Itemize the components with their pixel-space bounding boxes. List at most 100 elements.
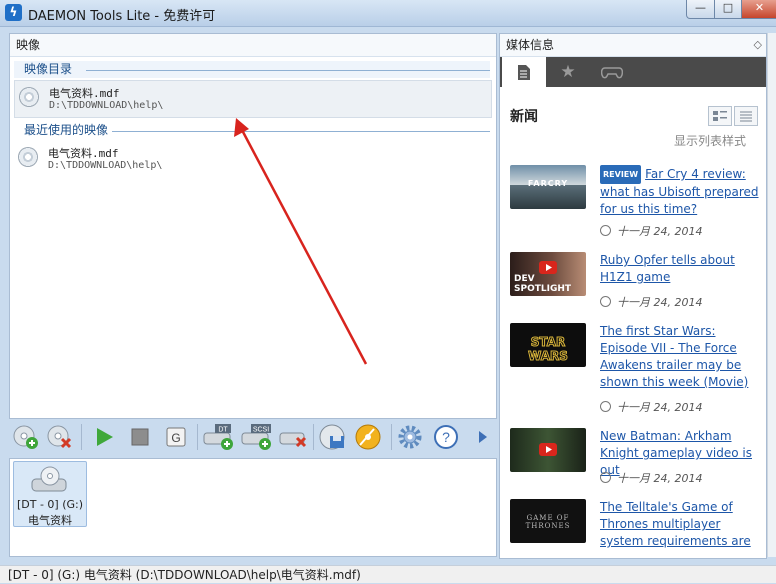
virtual-drive-dt-0[interactable]: [DT - 0] (G:) 电气资料 bbox=[13, 461, 87, 527]
virtual-drives-panel: [DT - 0] (G:) 电气资料 bbox=[9, 458, 497, 557]
catalog-group-header[interactable]: 映像目录 bbox=[14, 61, 490, 78]
scsi-tag: SCSI bbox=[253, 427, 269, 434]
write-image-icon bbox=[319, 424, 345, 450]
media-tab-bar: ★ bbox=[500, 57, 766, 87]
stop-icon bbox=[131, 428, 149, 446]
tab-games[interactable] bbox=[590, 57, 634, 87]
window-title: DAEMON Tools Lite - 免费许可 bbox=[28, 9, 216, 24]
mount-button[interactable] bbox=[89, 424, 119, 450]
play-icon bbox=[97, 428, 113, 446]
tab-news[interactable] bbox=[502, 57, 546, 87]
help-button[interactable]: ? bbox=[431, 424, 461, 450]
remove-drive-button[interactable] bbox=[279, 424, 309, 450]
close-button[interactable]: ✕ bbox=[741, 0, 776, 19]
news-date-text: 十一月 24, 2014 bbox=[617, 225, 703, 238]
toolbar-separator bbox=[81, 424, 82, 450]
media-info-panel: 媒体信息 ◇ ★ 新闻 显示列表样式 FARCRY REVIEW Far Cry … bbox=[499, 33, 767, 559]
clock-icon bbox=[600, 401, 611, 412]
video-play-icon bbox=[539, 261, 557, 274]
news-title: The Telltale's Game of Thrones multiplay… bbox=[600, 500, 751, 548]
add-image-icon bbox=[13, 425, 38, 449]
images-panel: 映像 映像目录 电气资料.mdf D:\TDDOWNLOAD\help\ 最近使… bbox=[9, 33, 497, 419]
news-date: 十一月 24, 2014 bbox=[600, 470, 702, 486]
document-icon bbox=[518, 64, 530, 80]
image-name: 电气资料.mdf bbox=[49, 87, 120, 100]
news-date-text: 十一月 24, 2014 bbox=[617, 472, 703, 485]
news-thumbnail: GAME OF THRONES bbox=[510, 499, 586, 543]
news-section-title: 新闻 bbox=[510, 109, 538, 125]
burn-icon bbox=[355, 424, 381, 450]
g-icon: G bbox=[166, 427, 186, 447]
virtual-drive-icon bbox=[31, 466, 67, 492]
news-thumbnail: FARCRY bbox=[510, 165, 586, 209]
image-path: D:\TDDOWNLOAD\help\ bbox=[49, 100, 164, 111]
drive-image-label: 电气资料 bbox=[28, 514, 72, 527]
list-view-icon bbox=[740, 111, 752, 122]
add-dt-drive-icon: DT bbox=[203, 424, 233, 450]
recent-group-label: 最近使用的映像 bbox=[24, 123, 109, 137]
media-panel-scrollbar[interactable] bbox=[767, 33, 776, 557]
news-link[interactable]: The Telltale's Game of Thrones multiplay… bbox=[600, 499, 760, 550]
settings-button[interactable] bbox=[395, 424, 425, 450]
dt-tag: DT bbox=[218, 427, 228, 434]
catalog-image-item[interactable]: 电气资料.mdf D:\TDDOWNLOAD\help\ bbox=[14, 80, 492, 118]
recent-group-header[interactable]: 最近使用的映像 bbox=[14, 122, 490, 139]
remove-image-button[interactable] bbox=[45, 424, 75, 450]
status-bar: [DT - 0] (G:) 电气资料 (D:\TDDOWNLOAD\help\电… bbox=[0, 565, 776, 583]
news-thumbnail: STAR WARS bbox=[510, 323, 586, 367]
burn-button[interactable] bbox=[353, 424, 385, 450]
g-drive-button[interactable]: G bbox=[161, 424, 191, 450]
group-divider bbox=[86, 70, 490, 71]
thumb-caption: DEV SPOTLIGHT bbox=[514, 274, 572, 294]
drive-letter-label: [DT - 0] (G:) bbox=[16, 498, 84, 511]
star-icon: ★ bbox=[560, 62, 576, 82]
toolbar-separator bbox=[197, 424, 198, 450]
collapse-panel-icon[interactable]: ◇ bbox=[754, 34, 762, 56]
review-badge: REVIEW bbox=[600, 165, 642, 184]
more-arrow-icon bbox=[479, 431, 487, 443]
add-image-button[interactable] bbox=[11, 424, 41, 450]
disc-image-icon bbox=[19, 87, 39, 107]
news-date: 十一月 24, 2014 bbox=[600, 294, 702, 310]
news-link[interactable]: REVIEW Far Cry 4 review: what has Ubisoft… bbox=[600, 165, 760, 218]
catalog-group-label: 映像目录 bbox=[24, 62, 73, 76]
clock-icon bbox=[600, 472, 611, 483]
clock-icon bbox=[600, 296, 611, 307]
tab-favorites[interactable]: ★ bbox=[546, 57, 590, 87]
toolbar-separator bbox=[313, 424, 314, 450]
group-divider bbox=[112, 131, 490, 132]
minimize-button[interactable]: — bbox=[686, 0, 715, 19]
main-toolbar: G DT SCSI ? bbox=[9, 420, 495, 454]
news-date-text: 十一月 24, 2014 bbox=[617, 401, 703, 414]
remove-drive-icon bbox=[279, 432, 307, 448]
image-path: D:\TDDOWNLOAD\help\ bbox=[48, 160, 163, 171]
news-title: The first Star Wars: Episode VII - The F… bbox=[600, 324, 749, 389]
news-link[interactable]: The first Star Wars: Episode VII - The F… bbox=[600, 323, 760, 391]
media-panel-title: 媒体信息 bbox=[506, 38, 555, 52]
toolbar-more-button[interactable] bbox=[475, 424, 491, 450]
daemon-tools-logo-icon: ϟ bbox=[5, 4, 22, 21]
news-thumbnail: DEV SPOTLIGHT bbox=[510, 252, 586, 296]
tile-view-toggle[interactable] bbox=[708, 106, 732, 126]
add-scsi-drive-icon: SCSI bbox=[241, 424, 271, 450]
add-dt-drive-button[interactable]: DT bbox=[203, 424, 237, 450]
video-play-icon bbox=[539, 443, 557, 456]
news-date-text: 十一月 24, 2014 bbox=[617, 296, 703, 309]
news-link[interactable]: Ruby Opfer tells about H1Z1 game bbox=[600, 252, 760, 286]
help-icon: ? bbox=[434, 425, 458, 449]
status-text: [DT - 0] (G:) 电气资料 (D:\TDDOWNLOAD\help\电… bbox=[8, 568, 361, 582]
thumb-caption: FARCRY bbox=[527, 179, 569, 188]
maximize-button[interactable]: □ bbox=[714, 0, 742, 19]
add-scsi-drive-button[interactable]: SCSI bbox=[241, 424, 275, 450]
tile-view-icon bbox=[713, 111, 727, 121]
thumb-caption: STAR WARS bbox=[528, 335, 569, 364]
gamepad-icon bbox=[601, 67, 623, 79]
images-panel-header: 映像 bbox=[10, 34, 496, 57]
unmount-button[interactable] bbox=[125, 424, 155, 450]
list-style-link[interactable]: 显示列表样式 bbox=[674, 132, 746, 149]
recent-image-item[interactable]: 电气资料.mdf D:\TDDOWNLOAD\help\ bbox=[14, 141, 492, 177]
title-bar: ϟ DAEMON Tools Lite - 免费许可 — □ ✕ bbox=[0, 0, 776, 27]
write-image-button[interactable] bbox=[317, 424, 349, 450]
list-view-toggle[interactable] bbox=[734, 106, 758, 126]
help-label: ? bbox=[442, 429, 450, 445]
